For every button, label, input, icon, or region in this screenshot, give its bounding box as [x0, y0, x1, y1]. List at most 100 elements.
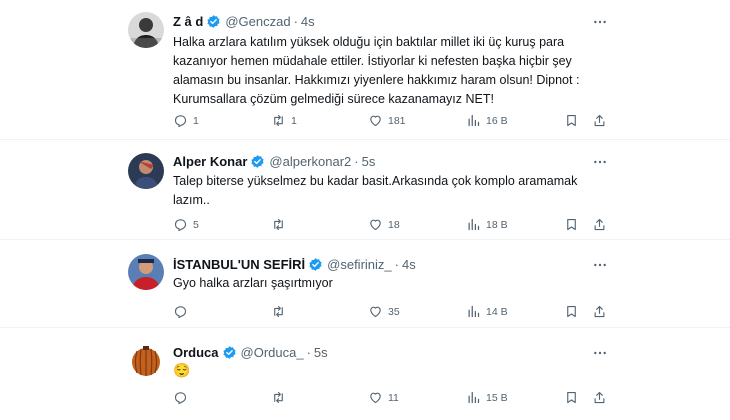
- retweet-icon: [271, 304, 286, 319]
- tweet-header: Alper Konar @alperkonar2 · 5s: [173, 154, 375, 169]
- text-line: Talep biterse yükselmez bu kadar basit.A…: [173, 174, 578, 188]
- action-bar: 5 18 18 B: [173, 217, 608, 235]
- views-count: 15 B: [486, 391, 508, 404]
- text-line: Kurumsallara çözüm gelmediği sürece kaza…: [173, 92, 494, 106]
- bookmark-icon: [564, 113, 579, 128]
- avatar[interactable]: [128, 153, 164, 189]
- display-name[interactable]: Orduca: [173, 345, 219, 360]
- share-button[interactable]: [592, 217, 612, 232]
- like-count: 35: [388, 305, 400, 318]
- more-icon[interactable]: [592, 154, 608, 170]
- views-button[interactable]: 15 B: [466, 390, 508, 405]
- views-count: 18 B: [486, 218, 508, 231]
- retweet-button[interactable]: [271, 217, 291, 232]
- like-count: 181: [388, 114, 406, 127]
- tweet-text: Talep biterse yükselmez bu kadar basit.A…: [173, 172, 613, 210]
- reply-button[interactable]: [173, 390, 193, 405]
- verified-badge-icon: [308, 257, 323, 272]
- bookmark-button[interactable]: [564, 390, 584, 405]
- more-icon[interactable]: [592, 14, 608, 30]
- share-icon: [592, 304, 607, 319]
- retweet-button[interactable]: [271, 390, 291, 405]
- timestamp[interactable]: 4s: [301, 14, 315, 29]
- avatar[interactable]: [128, 12, 164, 48]
- views-count: 16 B: [486, 114, 508, 127]
- views-button[interactable]: 16 B: [466, 113, 508, 128]
- tweet-header: Z â d @Genczad · 4s: [173, 14, 315, 29]
- retweet-button[interactable]: 1: [271, 113, 297, 128]
- tweet-feed: Z â d @Genczad · 4s Halka arzlara katılı…: [0, 0, 730, 420]
- bookmark-button[interactable]: [564, 217, 584, 232]
- action-bar: 11 15 B: [173, 390, 608, 408]
- share-icon: [592, 217, 607, 232]
- avatar[interactable]: [128, 343, 164, 379]
- reply-icon: [173, 217, 188, 232]
- tweet-header: Orduca @Orduca_ · 5s: [173, 345, 328, 360]
- action-bar: 35 14 B: [173, 304, 608, 322]
- user-handle[interactable]: @alperkonar2: [269, 154, 351, 169]
- share-button[interactable]: [592, 304, 612, 319]
- like-icon: [368, 113, 383, 128]
- reply-icon: [173, 390, 188, 405]
- views-button[interactable]: 18 B: [466, 217, 508, 232]
- like-icon: [368, 304, 383, 319]
- tweet[interactable]: Orduca @Orduca_ · 5s 😌 11 15 B: [0, 329, 730, 420]
- views-icon: [466, 217, 481, 232]
- views-button[interactable]: 14 B: [466, 304, 508, 319]
- display-name[interactable]: Alper Konar: [173, 154, 247, 169]
- tweet-header: İSTANBUL'UN SEFİRİ @sefiriniz_ · 4s: [173, 257, 416, 272]
- share-button[interactable]: [592, 113, 612, 128]
- reply-button[interactable]: 1: [173, 113, 199, 128]
- verified-badge-icon: [206, 14, 221, 29]
- reply-button[interactable]: 5: [173, 217, 199, 232]
- user-handle[interactable]: @sefiriniz_: [327, 257, 392, 272]
- timestamp[interactable]: 5s: [362, 154, 376, 169]
- views-icon: [466, 390, 481, 405]
- bookmark-icon: [564, 304, 579, 319]
- reply-icon: [173, 113, 188, 128]
- retweet-button[interactable]: [271, 304, 291, 319]
- views-count: 14 B: [486, 305, 508, 318]
- verified-badge-icon: [222, 345, 237, 360]
- user-handle[interactable]: @Orduca_: [241, 345, 304, 360]
- text-line: Halka arzlara katılım yüksek olduğu için…: [173, 35, 565, 49]
- reply-button[interactable]: [173, 304, 193, 319]
- reply-icon: [173, 304, 188, 319]
- share-icon: [592, 113, 607, 128]
- reply-count: 5: [193, 218, 199, 231]
- views-icon: [466, 304, 481, 319]
- like-icon: [368, 390, 383, 405]
- timestamp[interactable]: 5s: [314, 345, 328, 360]
- tweet[interactable]: İSTANBUL'UN SEFİRİ @sefiriniz_ · 4s Gyo …: [0, 241, 730, 328]
- timestamp[interactable]: 4s: [402, 257, 416, 272]
- tweet[interactable]: Alper Konar @alperkonar2 · 5s Talep bite…: [0, 141, 730, 240]
- bookmark-icon: [564, 390, 579, 405]
- avatar[interactable]: [128, 254, 164, 290]
- like-button[interactable]: 181: [368, 113, 406, 128]
- more-icon[interactable]: [592, 257, 608, 273]
- text-line: alamasın bu insanlar. Hakkımızı yiyenler…: [173, 73, 580, 87]
- text-line: Gyo halka arzları şaşırtmıyor: [173, 276, 333, 290]
- retweet-icon: [271, 113, 286, 128]
- tweet[interactable]: Z â d @Genczad · 4s Halka arzlara katılı…: [0, 0, 730, 140]
- like-button[interactable]: 18: [368, 217, 400, 232]
- user-handle[interactable]: @Genczad: [225, 14, 290, 29]
- display-name[interactable]: İSTANBUL'UN SEFİRİ: [173, 257, 305, 272]
- share-button[interactable]: [592, 390, 612, 405]
- like-icon: [368, 217, 383, 232]
- like-button[interactable]: 11: [368, 390, 399, 405]
- like-count: 18: [388, 218, 400, 231]
- share-icon: [592, 390, 607, 405]
- like-button[interactable]: 35: [368, 304, 400, 319]
- bookmark-button[interactable]: [564, 113, 584, 128]
- display-name[interactable]: Z â d: [173, 14, 203, 29]
- tweet-text: 😌: [173, 361, 613, 380]
- more-icon[interactable]: [592, 345, 608, 361]
- bookmark-button[interactable]: [564, 304, 584, 319]
- like-count: 11: [388, 391, 399, 404]
- emoji: 😌: [173, 362, 191, 378]
- tweet-text: Halka arzlara katılım yüksek olduğu için…: [173, 33, 613, 109]
- reply-count: 1: [193, 114, 199, 127]
- text-line: kazanıyor hemen müdahale ettiler. İstiyo…: [173, 54, 572, 68]
- retweet-count: 1: [291, 114, 297, 127]
